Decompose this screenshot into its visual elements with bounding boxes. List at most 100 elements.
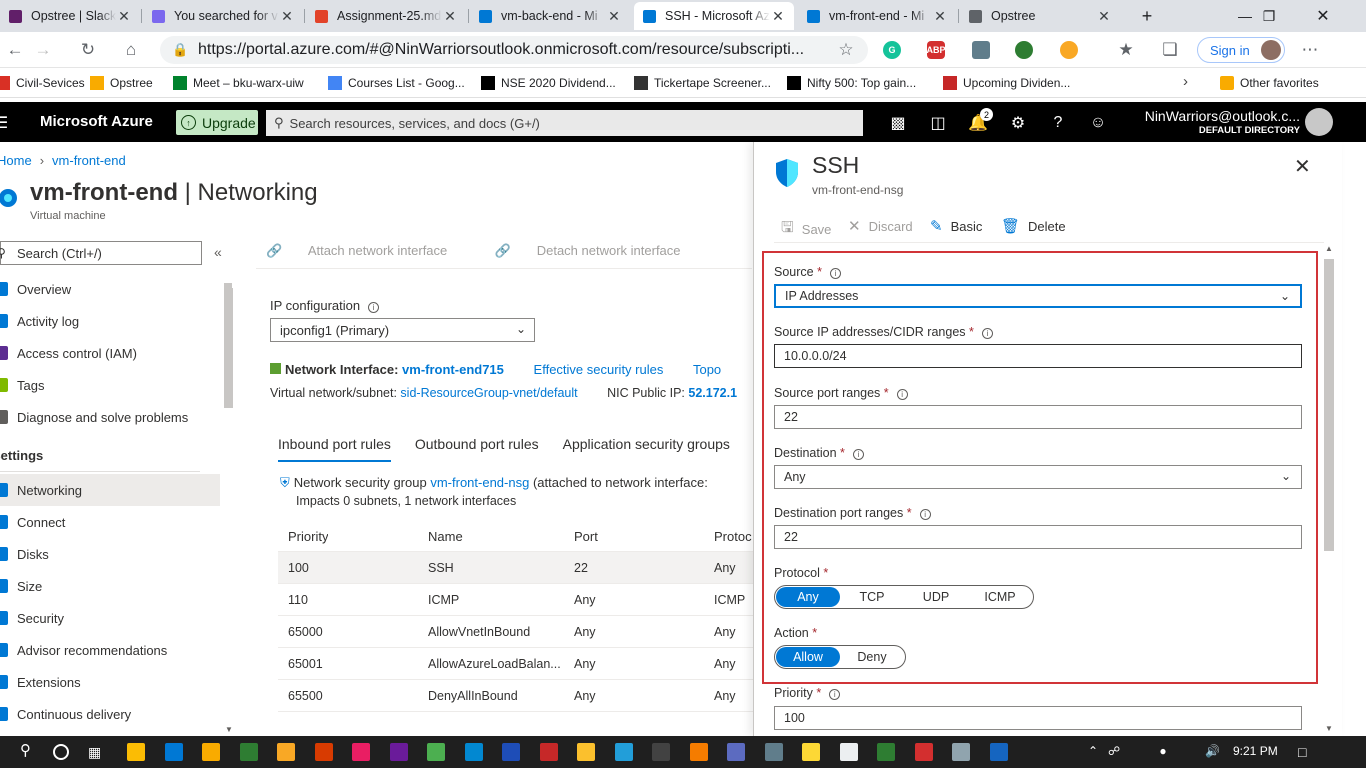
save-button[interactable]: 🖫 Save <box>781 217 831 242</box>
bookmark-item[interactable]: Civil-Sevices <box>0 75 85 91</box>
clock[interactable]: 9:21 PM <box>1233 744 1278 758</box>
close-icon[interactable]: ✕ <box>442 8 458 25</box>
tab-rule[interactable]: Outbound port rules <box>415 436 539 460</box>
cortana-icon[interactable] <box>53 744 69 760</box>
topology-link[interactable]: Topo <box>693 362 721 377</box>
detach-nic-button[interactable]: 🔗 Detach network interface <box>495 243 703 258</box>
sidebar-item[interactable]: Networking <box>0 474 220 506</box>
restore-button[interactable]: ❐ <box>1246 0 1292 32</box>
task-view-icon[interactable]: ▦ <box>88 744 101 761</box>
browser-tab[interactable]: Opstree ✕ <box>960 2 1120 30</box>
protocol-option[interactable]: TCP <box>840 587 904 607</box>
close-icon[interactable]: ✕ <box>770 8 786 25</box>
browser-tab[interactable]: vm-back-end - Mi ✕ <box>470 2 630 30</box>
browser-tab[interactable]: Assignment-25.md ✕ <box>306 2 466 30</box>
sidebar-item[interactable]: Activity log <box>0 305 220 337</box>
close-icon[interactable]: ✕ <box>279 8 295 25</box>
protocol-option[interactable]: ICMP <box>968 587 1032 607</box>
taskbar-app-icon[interactable] <box>577 743 595 761</box>
cloud-shell-icon[interactable]: ▩ <box>885 110 911 136</box>
nic-link[interactable]: vm-front-end715 <box>402 362 504 377</box>
taskbar-app-icon[interactable] <box>727 743 745 761</box>
tab-rule[interactable]: Application security groups <box>563 436 730 460</box>
table-header-cell[interactable]: Protoc <box>714 529 754 544</box>
wifi-icon[interactable]: ⦁ <box>1160 744 1166 759</box>
more-menu-icon[interactable]: ⋯ <box>1297 37 1323 63</box>
browser-tab[interactable]: You searched for v ✕ <box>143 2 303 30</box>
taskbar-app-icon[interactable] <box>989 743 1008 761</box>
action-option[interactable]: Allow <box>776 647 840 667</box>
taskbar-app-icon[interactable] <box>839 743 858 761</box>
breadcrumb-home[interactable]: Home <box>0 153 32 168</box>
grammarly-extension-icon[interactable]: G <box>883 41 901 59</box>
other-favorites[interactable]: Other favorites <box>1220 75 1319 91</box>
sidebar-item[interactable]: Size <box>0 570 220 602</box>
sidebar-item[interactable]: Extensions <box>0 666 220 698</box>
forward-icon[interactable]: → <box>30 37 56 63</box>
reload-icon[interactable]: ↻ <box>75 37 101 63</box>
table-header-cell[interactable]: Port <box>574 529 598 544</box>
feedback-smiley-icon[interactable]: ☺ <box>1085 110 1111 136</box>
taskbar-app-icon[interactable] <box>914 743 933 761</box>
vnet-link[interactable]: sid-ResourceGroup-vnet/default <box>400 386 577 400</box>
action-center-icon[interactable]: □ <box>1298 744 1306 760</box>
sidebar-search-input[interactable]: ⚲ Search (Ctrl+/) <box>0 241 202 265</box>
browser-tab[interactable]: SSH - Microsoft Az ✕ <box>634 2 794 30</box>
sidebar-item[interactable]: Overview <box>0 273 220 305</box>
back-icon[interactable]: ← <box>2 37 28 63</box>
bookmark-item[interactable]: Courses List - Goog... <box>328 75 465 91</box>
taskbar-app-icon[interactable] <box>764 743 783 761</box>
directory-filter-icon[interactable]: ◫ <box>925 110 951 136</box>
taskbar-app-icon[interactable] <box>502 743 520 761</box>
scroll-up-icon[interactable]: ▲ <box>1325 244 1333 253</box>
discard-button[interactable]: ✕ Discard <box>848 217 913 235</box>
taskbar-app-icon[interactable] <box>952 743 970 761</box>
collections-icon[interactable]: ❏ <box>1157 37 1183 63</box>
effective-rules-link[interactable]: Effective security rules <box>534 362 664 377</box>
collapse-sidebar-icon[interactable]: « <box>214 244 222 260</box>
hamburger-menu-icon[interactable]: ☰ <box>0 110 14 136</box>
bookmark-item[interactable]: Nifty 500: Top gain... <box>787 75 916 91</box>
public-ip-link[interactable]: 52.172.1 <box>688 386 737 400</box>
taskbar-app-icon[interactable] <box>689 743 708 761</box>
bookmark-item[interactable]: Meet – bku-warx-uiw <box>173 75 304 91</box>
close-icon[interactable]: ✕ <box>116 8 132 25</box>
taskbar-app-icon[interactable] <box>427 743 445 761</box>
panel-scrollbar[interactable]: ▲ ▼ <box>1322 244 1336 734</box>
taskbar-app-icon[interactable] <box>164 743 183 761</box>
taskbar-app-icon[interactable] <box>652 743 670 761</box>
delete-button[interactable]: 🗑 Delete <box>1001 217 1066 235</box>
sidebar-item[interactable]: Access control (IAM) <box>0 337 220 369</box>
bookmark-item[interactable]: Upcoming Dividen... <box>943 75 1070 91</box>
glasses-extension-icon[interactable] <box>1060 41 1078 59</box>
nsg-link[interactable]: vm-front-end-nsg <box>430 475 529 490</box>
taskbar-app-icon[interactable] <box>877 743 895 761</box>
ip-config-dropdown[interactable]: ipconfig1 (Primary) ⌄ <box>270 318 535 342</box>
settings-gear-icon[interactable]: ⚙ <box>1005 110 1031 136</box>
table-row[interactable]: 65001 AllowAzureLoadBalan... Any Any <box>278 648 758 680</box>
close-icon[interactable]: ✕ <box>1294 154 1311 179</box>
new-tab-button[interactable]: + <box>1124 0 1170 32</box>
close-icon[interactable]: ✕ <box>1096 8 1112 25</box>
home-icon[interactable]: ⌂ <box>118 37 144 63</box>
bookmarks-overflow-icon[interactable]: › <box>1183 73 1188 90</box>
protocol-option[interactable]: UDP <box>904 587 968 607</box>
favorites-icon[interactable]: ★ <box>1113 37 1139 63</box>
globe-extension-icon[interactable] <box>1015 41 1033 59</box>
action-option[interactable]: Deny <box>840 647 904 667</box>
bookmark-item[interactable]: NSE 2020 Dividend... <box>481 75 616 91</box>
source-dropdown[interactable]: IP Addresses ⌄ <box>774 284 1302 308</box>
attach-nic-button[interactable]: 🔗 Attach network interface <box>266 243 469 258</box>
dest-port-input[interactable]: 22 <box>774 525 1302 549</box>
destination-dropdown[interactable]: Any ⌄ <box>774 465 1302 489</box>
volume-icon[interactable]: 🔊 <box>1205 744 1220 758</box>
content-scrollbar[interactable] <box>222 283 234 733</box>
address-bar[interactable]: 🔒 https://portal.azure.com/#@NinWarriors… <box>160 36 868 64</box>
taskbar-app-icon[interactable] <box>614 743 633 761</box>
azure-search-input[interactable]: ⚲ Search resources, services, and docs (… <box>266 110 863 136</box>
sidebar-item[interactable]: Continuous delivery <box>0 698 220 730</box>
source-port-input[interactable]: 22 <box>774 405 1302 429</box>
taskbar-app-icon[interactable] <box>314 743 333 761</box>
browser-tab[interactable]: vm-front-end - Mi ✕ <box>798 2 956 30</box>
user-avatar[interactable] <box>1305 108 1333 136</box>
